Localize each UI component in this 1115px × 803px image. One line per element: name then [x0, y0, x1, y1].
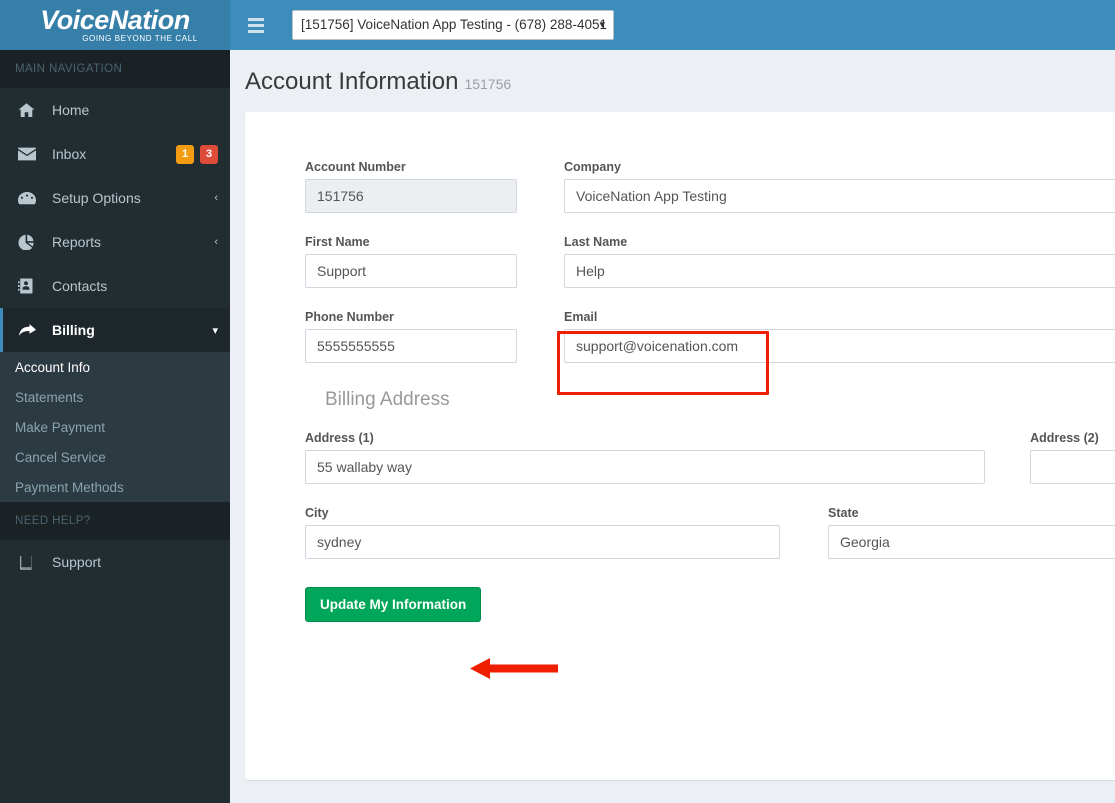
brand-name: VoiceNation	[40, 5, 190, 35]
sidebar-item-label: Billing	[52, 322, 95, 338]
page-title: Account Information 151756	[230, 50, 1115, 108]
field-last-name: Last Name Help	[564, 235, 1115, 288]
chevron-down-icon: ▾	[212, 324, 218, 337]
pie-chart-icon	[18, 234, 42, 250]
sidebar-subitem-label: Payment Methods	[15, 479, 124, 495]
sidebar-item-make-payment[interactable]: Make Payment	[0, 412, 230, 442]
badge-unread-count: 1	[176, 144, 194, 164]
field-company: Company VoiceNation App Testing	[564, 160, 1115, 213]
sidebar-item-payment-methods[interactable]: Payment Methods	[0, 472, 230, 502]
sidebar-item-label: Setup Options	[52, 190, 141, 206]
field-address-1: Address (1) 55 wallaby way	[305, 431, 986, 484]
field-label: Address (1)	[305, 431, 374, 445]
hamburger-icon[interactable]	[242, 12, 270, 38]
field-first-name: First Name Support	[305, 235, 517, 288]
email-input[interactable]: support@voicenation.com	[564, 329, 1115, 363]
chevron-down-icon: ▾	[599, 19, 605, 31]
form-row-address: Address (1) 55 wallaby way Address (2)	[305, 431, 1115, 484]
form-row-name: First Name Support Last Name Help	[305, 235, 1115, 288]
account-selector-value: [151756] VoiceNation App Testing - (678)…	[301, 17, 607, 32]
city-input[interactable]: sydney	[305, 525, 780, 559]
sidebar-item-reports[interactable]: Reports ‹	[0, 220, 230, 264]
page-title-subtitle: 151756	[464, 76, 512, 92]
book-icon	[18, 555, 42, 570]
form-row-account-company: Account Number 151756 Company VoiceNatio…	[305, 160, 1115, 213]
form-actions: Update My Information	[305, 587, 1115, 622]
sidebar-subitem-label: Statements	[15, 389, 84, 405]
form-row-city-state: City sydney State Georgia	[305, 506, 1115, 559]
sidebar-item-home[interactable]: Home	[0, 88, 230, 132]
sidebar-item-account-info[interactable]: Account Info	[0, 352, 230, 382]
sidebar-item-billing[interactable]: Billing ▾	[0, 308, 230, 352]
chevron-left-icon: ‹	[214, 192, 218, 204]
phone-number-input[interactable]: 5555555555	[305, 329, 517, 363]
chevron-left-icon: ‹	[214, 236, 218, 248]
sidebar-item-label: Reports	[52, 234, 102, 250]
account-info-form: Account Number 151756 Company VoiceNatio…	[245, 115, 1115, 622]
update-my-information-button[interactable]: Update My Information	[305, 587, 482, 622]
sidebar-item-contacts[interactable]: Contacts	[0, 264, 230, 308]
field-label: City	[305, 506, 329, 520]
inbox-badges: 1 3	[176, 144, 218, 164]
sidebar-section-help: NEED HELP?	[0, 502, 230, 540]
sidebar-item-statements[interactable]: Statements	[0, 382, 230, 412]
envelope-icon	[18, 147, 42, 161]
billing-address-heading: Billing Address	[325, 389, 450, 410]
account-number-input: 151756	[305, 179, 517, 213]
field-label: Phone Number	[305, 310, 394, 324]
form-row-phone-email: Phone Number 5555555555 Email support@vo…	[305, 310, 1115, 363]
sidebar-item-label: Inbox	[52, 146, 87, 162]
page-title-text: Account Information	[245, 68, 459, 95]
sidebar-submenu-billing: Account Info Statements Make Payment Can…	[0, 352, 230, 502]
field-email: Email support@voicenation.com	[564, 310, 1115, 363]
account-selector-dropdown[interactable]: [151756] VoiceNation App Testing - (678)…	[292, 10, 614, 40]
state-input[interactable]: Georgia	[828, 525, 1115, 559]
sidebar-subitem-label: Cancel Service	[15, 449, 106, 465]
field-address-2: Address (2)	[1030, 431, 1115, 484]
field-label: State	[828, 506, 859, 520]
field-phone-number: Phone Number 5555555555	[305, 310, 517, 363]
field-label: Last Name	[564, 235, 628, 249]
brand-logo[interactable]: VoiceNation GOING BEYOND THE CALL	[0, 0, 230, 50]
sidebar-subitem-label: Make Payment	[15, 419, 106, 435]
content-area: Account Information 151756 Account Number…	[230, 50, 1115, 803]
field-label: Company	[564, 160, 621, 174]
sidebar-item-support[interactable]: Support	[0, 540, 230, 584]
home-icon	[18, 102, 42, 118]
top-header: [151756] VoiceNation App Testing - (678)…	[230, 0, 1115, 50]
dashboard-icon	[18, 191, 42, 205]
field-label: Account Number	[305, 160, 406, 174]
address-book-icon	[18, 278, 42, 294]
sidebar-item-inbox[interactable]: Inbox 1 3	[0, 132, 230, 176]
company-input[interactable]: VoiceNation App Testing	[564, 179, 1115, 213]
field-label: Address (2)	[1030, 431, 1099, 445]
sidebar-item-label: Contacts	[52, 278, 108, 294]
sidebar-item-setup-options[interactable]: Setup Options ‹	[0, 176, 230, 220]
app-window: VoiceNation GOING BEYOND THE CALL [15175…	[0, 0, 1115, 803]
sidebar-item-cancel-service[interactable]: Cancel Service	[0, 442, 230, 472]
last-name-input[interactable]: Help	[564, 254, 1115, 288]
field-city: City sydney	[305, 506, 780, 559]
field-label: First Name	[305, 235, 370, 249]
sidebar-item-label: Support	[52, 554, 102, 570]
sidebar-subitem-label: Account Info	[15, 359, 91, 375]
field-state: State Georgia	[828, 506, 1115, 559]
field-account-number: Account Number 151756	[305, 160, 517, 213]
sidebar-item-label: Home	[52, 102, 90, 118]
brand-tagline: GOING BEYOND THE CALL	[82, 34, 198, 43]
sidebar: MAIN NAVIGATION Home Inbox 1 3 Setup Opt	[0, 50, 230, 803]
account-info-panel: Account Number 151756 Company VoiceNatio…	[245, 112, 1115, 780]
field-label: Email	[564, 310, 598, 324]
address-1-input[interactable]: 55 wallaby way	[305, 450, 986, 484]
first-name-input[interactable]: Support	[305, 254, 517, 288]
address-2-input[interactable]	[1030, 450, 1115, 484]
sidebar-section-main: MAIN NAVIGATION	[0, 50, 230, 88]
badge-urgent-count: 3	[200, 144, 218, 164]
share-arrow-icon	[18, 323, 42, 338]
